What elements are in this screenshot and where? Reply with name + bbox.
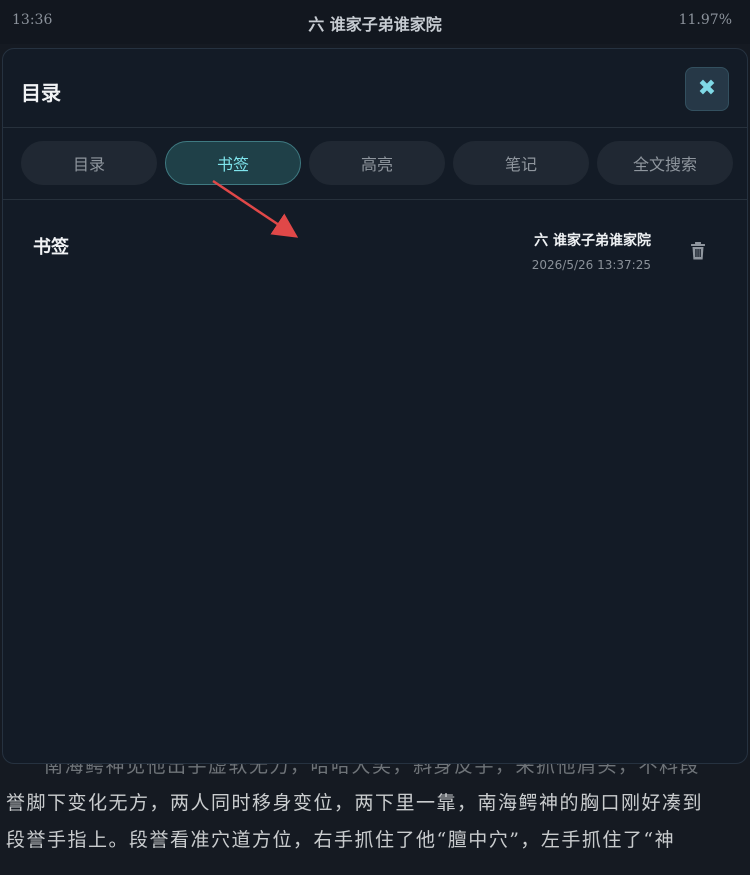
status-progress: 11.97% [678,12,732,28]
modal-title: 目录 [21,81,61,105]
trash-icon [691,242,705,260]
tab-notes[interactable]: 笔记 [453,141,589,185]
status-bar: 13:36 六 谁家子弟谁家院 11.97% [0,0,750,44]
bookmark-label: 书签 [33,237,69,258]
bookmark-item[interactable]: 书签 六 谁家子弟谁家院 2026/5/26 13:37:25 [3,215,747,287]
close-button[interactable]: ✖ [685,67,729,111]
modal-header: 目录 ✖ [3,49,747,128]
reader-line: 誉脚下变化无方，两人同时移身变位，两下里一靠，南海鳄神的胸口刚好凑到 [6,792,704,814]
bookmark-chapter: 六 谁家子弟谁家院 [534,233,651,249]
toc-modal: 目录 ✖ 目录 书签 高亮 笔记 全文搜索 书签 六 谁家子弟谁家院 2026/… [2,48,748,764]
close-icon: ✖ [697,76,717,101]
tabs-divider [3,199,747,200]
status-chapter-title: 六 谁家子弟谁家院 [308,15,442,34]
reader-line: 段誉手指上。段誉看准穴道方位，右手抓住了他“膻中穴”，左手抓住了“神 [6,829,676,851]
tab-highlights[interactable]: 高亮 [309,141,445,185]
tab-fulltext-search[interactable]: 全文搜索 [597,141,733,185]
bookmark-timestamp: 2026/5/26 13:37:25 [531,258,651,272]
reader-text: 南海鳄神见他出手虚软无力，哈哈大笑，斜身反手，来抓他肩头，不料段 誉脚下变化无方… [6,748,736,859]
tab-bookmarks[interactable]: 书签 [165,141,301,185]
tab-toc[interactable]: 目录 [21,141,157,185]
modal-tabs: 目录 书签 高亮 笔记 全文搜索 [21,141,733,185]
delete-bookmark-button[interactable] [689,241,707,261]
